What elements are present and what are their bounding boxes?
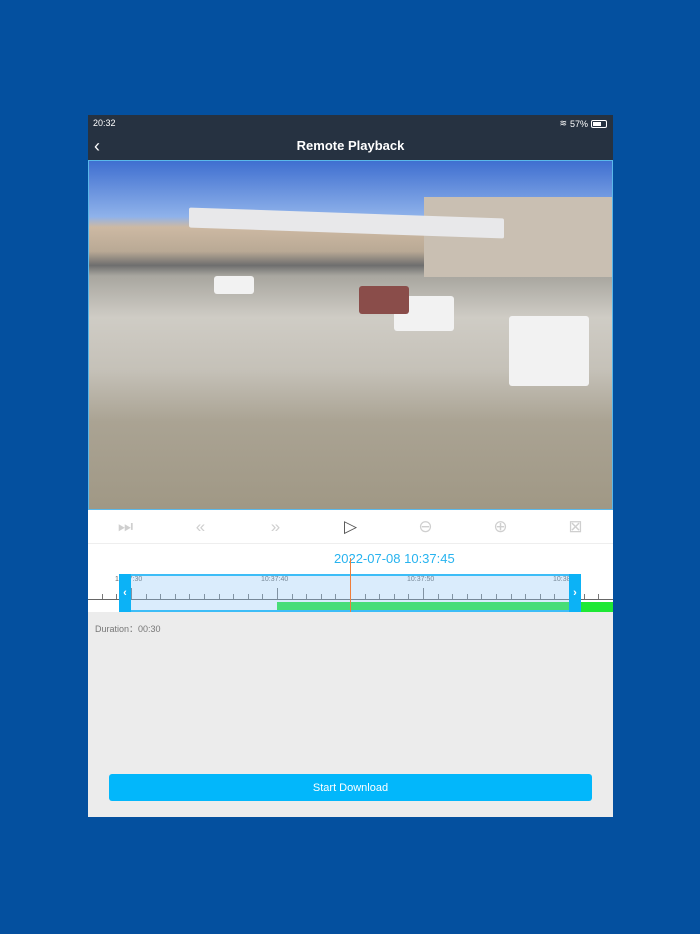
video-frame-car xyxy=(359,286,409,314)
play-button[interactable]: ▷ xyxy=(331,517,371,537)
skip-to-end-button[interactable]: ⏭ xyxy=(106,517,146,537)
status-time: 20:32 xyxy=(93,118,116,128)
start-download-button[interactable]: Start Download xyxy=(109,774,592,801)
arrow-right-circle-icon: ⊕ xyxy=(493,516,508,536)
timeline-tick xyxy=(101,594,103,599)
current-timestamp: 2022-07-08 10:37:45 xyxy=(334,551,455,566)
video-frame-car xyxy=(509,316,589,386)
selection-start-handle[interactable]: ‹ xyxy=(119,574,131,612)
fast-forward-button[interactable]: » xyxy=(256,517,296,537)
timeline-tick xyxy=(583,594,585,599)
duration-label: Duration： xyxy=(95,624,139,634)
duration-value: 00:30 xyxy=(138,624,161,634)
rewind-icon: « xyxy=(195,516,206,536)
rewind-button[interactable]: « xyxy=(181,517,221,537)
play-icon: ▷ xyxy=(343,516,358,536)
next-button[interactable]: ⊕ xyxy=(481,517,521,537)
battery-percent: 57% xyxy=(569,118,588,129)
battery-icon xyxy=(591,119,607,128)
timeline-tick xyxy=(116,594,118,599)
timeline-tick xyxy=(598,594,600,599)
skip-end-icon: ⏭ xyxy=(117,516,134,536)
page-title: Remote Playback xyxy=(296,138,405,153)
playhead[interactable] xyxy=(350,558,351,612)
close-clip-button[interactable]: ⊠ xyxy=(556,517,596,537)
video-frame-car xyxy=(214,276,254,294)
app-window: 20:32 ≋ 57% ‹ Remote Playback ⏭ « » ▷ ⊖ ⊕ ⊠ 20… xyxy=(88,115,613,817)
arrow-left-circle-icon: ⊖ xyxy=(418,516,433,536)
video-player[interactable] xyxy=(88,160,613,510)
playback-controls: ⏭ « » ▷ ⊖ ⊕ ⊠ xyxy=(88,510,613,544)
selection-end-handle[interactable]: › xyxy=(569,574,581,612)
duration: Duration：00:30 xyxy=(95,622,161,635)
timeline[interactable]: 10:37:3010:37:4010:37:5010:38:00 ‹ › xyxy=(88,558,613,612)
status-bar: 20:32 ≋ 57% xyxy=(88,115,613,132)
wifi-icon: ≋ xyxy=(559,118,567,128)
fast-forward-icon: » xyxy=(270,516,281,536)
nav-bar: ‹ Remote Playback xyxy=(88,132,613,160)
close-box-icon: ⊠ xyxy=(568,516,583,536)
previous-button[interactable]: ⊖ xyxy=(406,517,446,537)
video-frame-building xyxy=(424,197,612,277)
